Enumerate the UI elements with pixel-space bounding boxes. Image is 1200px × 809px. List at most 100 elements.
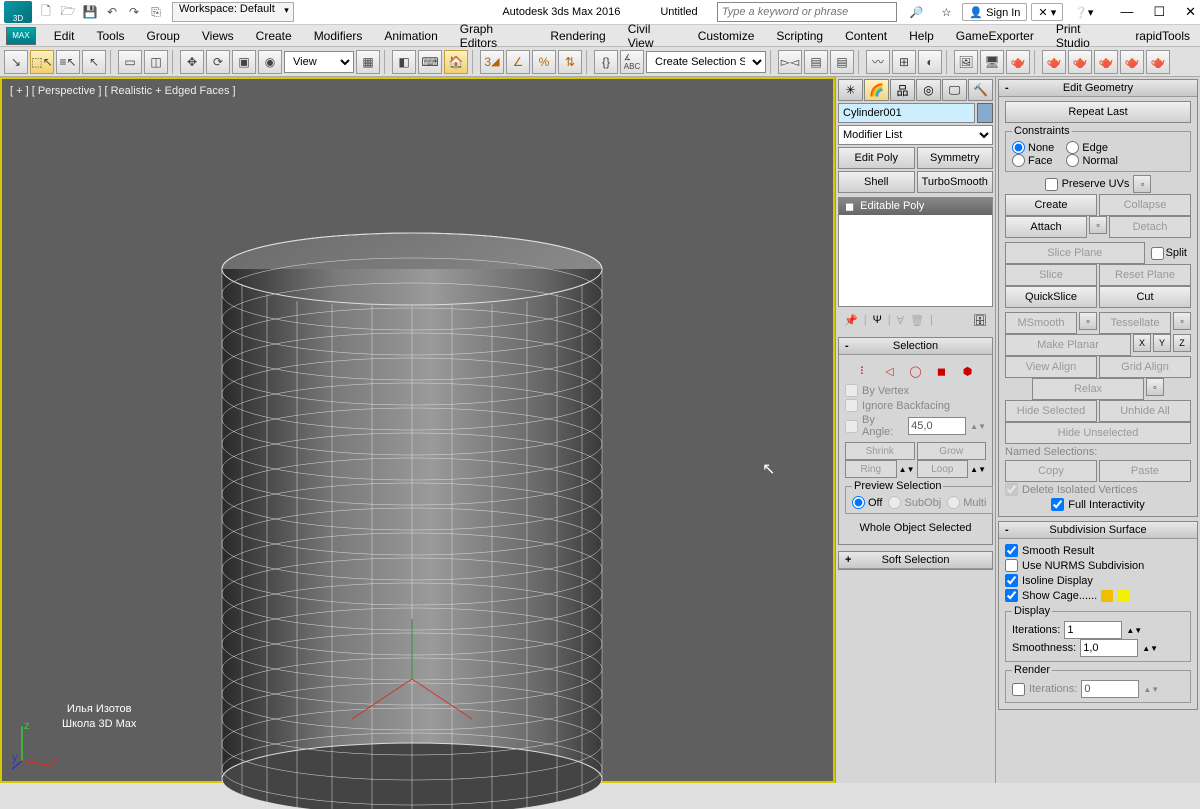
select-link-icon[interactable]: ↘	[4, 50, 28, 74]
menu-help[interactable]: Help	[899, 27, 944, 45]
quickslice-button[interactable]: QuickSlice	[1005, 286, 1097, 308]
save-icon[interactable]: 💾	[80, 2, 100, 22]
constraint-normal-radio[interactable]	[1066, 154, 1079, 167]
by-angle-checkbox[interactable]	[845, 420, 858, 433]
detach-button[interactable]: Detach	[1109, 216, 1191, 238]
grid-align-button[interactable]: Grid Align	[1099, 356, 1191, 378]
max-menu-icon[interactable]: MAX	[6, 27, 36, 45]
maximize-icon[interactable]: ☐	[1153, 4, 1165, 20]
grow-button[interactable]: Grow	[917, 442, 987, 460]
signin-button[interactable]: 👤 Sign In	[962, 3, 1027, 21]
menu-group[interactable]: Group	[137, 27, 190, 45]
ref-coord-dropdown[interactable]: View	[284, 51, 354, 73]
close-icon[interactable]: ✕	[1185, 4, 1196, 20]
isoline-checkbox[interactable]	[1005, 574, 1018, 587]
editpoly-button[interactable]: Edit Poly	[838, 147, 915, 169]
copy-button[interactable]: Copy	[1005, 460, 1097, 482]
preview-subobj-radio[interactable]	[888, 496, 901, 509]
menu-animation[interactable]: Animation	[374, 27, 447, 45]
collapse-button[interactable]: Collapse	[1099, 194, 1191, 216]
repeat-last-button[interactable]: Repeat Last	[1005, 101, 1191, 123]
align-icon[interactable]: ▤	[804, 50, 828, 74]
mirror-icon[interactable]: ▻◅	[778, 50, 802, 74]
preview-off-radio[interactable]	[852, 496, 865, 509]
selection-header[interactable]: Selection	[839, 338, 992, 355]
select-cursor-icon[interactable]: ↖	[82, 50, 106, 74]
menu-rapidtools[interactable]: rapidTools	[1125, 27, 1200, 45]
border-icon[interactable]: ◯	[908, 363, 924, 379]
modifier-list-dropdown[interactable]: Modifier List	[838, 125, 993, 145]
abc-icon[interactable]: ∡ABC	[620, 50, 644, 74]
create-button[interactable]: Create	[1005, 194, 1097, 216]
search-input[interactable]	[717, 2, 897, 22]
preview-multi-radio[interactable]	[947, 496, 960, 509]
menu-graph[interactable]: Graph Editors	[450, 20, 539, 52]
percent-snap-icon[interactable]: %	[532, 50, 556, 74]
use-nurms-checkbox[interactable]	[1005, 559, 1018, 572]
tab-utilities-icon[interactable]: 🔨	[968, 79, 993, 101]
loop-button[interactable]: Loop	[917, 460, 969, 478]
layers-icon[interactable]: ▤	[830, 50, 854, 74]
soft-selection-header[interactable]: Soft Selection	[839, 552, 992, 569]
viewport[interactable]: [ + ] [ Perspective ] [ Realistic + Edge…	[0, 77, 835, 783]
menu-content[interactable]: Content	[835, 27, 897, 45]
menu-create[interactable]: Create	[246, 27, 302, 45]
ring-button[interactable]: Ring	[845, 460, 897, 478]
delete-iso-checkbox[interactable]	[1005, 483, 1018, 496]
manip-icon[interactable]: ◧	[392, 50, 416, 74]
open-icon[interactable]: 🗁	[58, 2, 78, 22]
minimize-icon[interactable]: —	[1120, 4, 1133, 20]
menu-customize[interactable]: Customize	[688, 27, 765, 45]
tessellate-button[interactable]: Tessellate	[1099, 312, 1171, 334]
constraint-none-radio[interactable]	[1012, 141, 1025, 154]
cut-button[interactable]: Cut	[1099, 286, 1191, 308]
scale-icon[interactable]: ▣	[232, 50, 256, 74]
pin-icon[interactable]: 📌	[844, 314, 858, 327]
new-icon[interactable]: 🗋	[36, 2, 56, 22]
keyboard-icon[interactable]: ⌨	[418, 50, 442, 74]
turbosmooth-button[interactable]: TurboSmooth	[917, 171, 994, 193]
edit-geometry-header[interactable]: Edit Geometry	[999, 80, 1197, 97]
workspace-selector[interactable]: Workspace: Default	[172, 2, 294, 22]
render-setup-icon[interactable]: 🖼	[954, 50, 978, 74]
preserve-uv-settings-icon[interactable]: ▫	[1133, 175, 1151, 193]
modifier-stack[interactable]: ◼Editable Poly	[838, 197, 993, 307]
cage-color1[interactable]	[1101, 590, 1113, 602]
menu-scripting[interactable]: Scripting	[766, 27, 833, 45]
material-icon[interactable]: ◐	[918, 50, 942, 74]
tab-display-icon[interactable]: 🖵	[942, 79, 967, 101]
msmooth-settings-icon[interactable]: ▫	[1079, 312, 1097, 330]
unique-icon[interactable]: ∀	[897, 314, 905, 327]
slice-plane-button[interactable]: Slice Plane	[1005, 242, 1145, 264]
element-icon[interactable]: ⬢	[960, 363, 976, 379]
make-planar-button[interactable]: Make Planar	[1005, 334, 1131, 356]
angle-snap-icon[interactable]: ∠	[506, 50, 530, 74]
render-icon[interactable]: 🫖	[1006, 50, 1030, 74]
iterations-spinner[interactable]	[1064, 621, 1122, 639]
window-crossing-icon[interactable]: ◫	[144, 50, 168, 74]
teapot3-icon[interactable]: 🫖	[1094, 50, 1118, 74]
edit-named-icon[interactable]: {}	[594, 50, 618, 74]
split-checkbox[interactable]	[1151, 247, 1164, 260]
symmetry-button[interactable]: Symmetry	[917, 147, 994, 169]
render-iterations-spinner[interactable]	[1081, 680, 1139, 698]
configure-icon[interactable]: 🗄	[973, 314, 987, 327]
teapot5-icon[interactable]: 🫖	[1146, 50, 1170, 74]
menu-printstudio[interactable]: Print Studio	[1046, 20, 1123, 52]
shrink-button[interactable]: Shrink	[845, 442, 915, 460]
full-interactivity-checkbox[interactable]	[1051, 498, 1064, 511]
teapot4-icon[interactable]: 🫖	[1120, 50, 1144, 74]
hide-unselected-button[interactable]: Hide Unselected	[1005, 422, 1191, 444]
tessellate-settings-icon[interactable]: ▫	[1173, 312, 1191, 330]
subdivision-header[interactable]: Subdivision Surface	[999, 522, 1197, 539]
relax-button[interactable]: Relax	[1032, 378, 1144, 400]
redo-icon[interactable]: ↷	[124, 2, 144, 22]
rotate-icon[interactable]: ⟳	[206, 50, 230, 74]
menu-edit[interactable]: Edit	[44, 27, 85, 45]
remove-icon[interactable]: 🗑	[910, 314, 924, 327]
planar-z-button[interactable]: Z	[1173, 334, 1191, 352]
app-logo[interactable]: 3D	[4, 1, 32, 23]
teapot2-icon[interactable]: 🫖	[1068, 50, 1092, 74]
show-cage-checkbox[interactable]	[1005, 589, 1018, 602]
link-icon[interactable]: ⎘	[146, 2, 166, 22]
